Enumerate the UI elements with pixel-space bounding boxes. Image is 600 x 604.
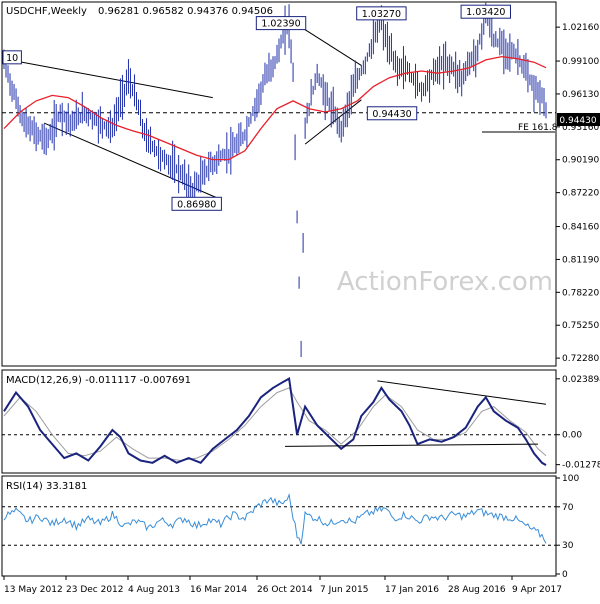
x-tick-label: 4 Aug 2013 — [128, 585, 180, 595]
rsi-tick-label: 70 — [562, 503, 574, 513]
macd-tick-label: 0.023894 — [562, 375, 600, 385]
macd-tick-label: 0.00 — [562, 431, 582, 441]
callout-label: 1.02390 — [261, 19, 300, 30]
price-tick-label: 0.99100 — [562, 57, 599, 67]
canvas-background — [0, 0, 600, 600]
callout-label: 1.03270 — [362, 9, 401, 20]
price-tick-label: 0.87220 — [562, 189, 599, 199]
x-tick-label: 7 Jun 2015 — [320, 585, 368, 595]
x-tick-label: 16 Mar 2014 — [190, 585, 247, 595]
price-tick-label: 0.84160 — [562, 223, 599, 233]
last-price-label: 0.94430 — [559, 116, 596, 126]
x-tick-label: 26 Oct 2014 — [257, 585, 313, 595]
callout-label: 10 — [6, 53, 18, 64]
x-tick-label: 13 May 2012 — [4, 585, 63, 595]
rsi-tick-label: 100 — [562, 474, 579, 484]
price-tick-label: 1.02160 — [562, 23, 599, 33]
last-price-marker: 0.94430 — [557, 113, 600, 126]
price-tick-label: 0.72280 — [562, 354, 599, 364]
price-tick-label: 0.78220 — [562, 288, 599, 298]
chart-area: ActionForex.com USDCHF,Weekly 0.96281 0.… — [0, 0, 600, 600]
x-tick-label: 23 Dec 2012 — [66, 585, 124, 595]
watermark: ActionForex.com — [337, 267, 553, 297]
rsi-tick-label: 0 — [562, 570, 568, 580]
price-tick-label: 0.96130 — [562, 90, 599, 100]
macd-title: MACD(12,26,9) -0.011117 -0.007691 — [6, 375, 191, 386]
x-tick-label: 9 Apr 2017 — [512, 585, 562, 595]
callout-label: 0.86980 — [177, 199, 216, 210]
price-tick-label: 0.90190 — [562, 156, 599, 166]
macd-tick-label: -0.012784 — [562, 461, 600, 471]
rsi-title: RSI(14) 33.3181 — [6, 481, 87, 492]
x-tick-label: 28 Aug 2016 — [448, 585, 506, 595]
price-tick-label: 0.75250 — [562, 321, 599, 331]
chart-svg: ActionForex.com USDCHF,Weekly 0.96281 0.… — [0, 0, 600, 600]
rsi-tick-label: 30 — [562, 541, 574, 551]
x-tick-label: 17 Jan 2016 — [385, 585, 439, 595]
price-tick-label: 0.81190 — [562, 255, 599, 265]
callout-label: 0.94430 — [372, 109, 411, 120]
callout-label: 1.03420 — [466, 7, 505, 18]
symbol-label: USDCHF,Weekly — [6, 6, 87, 17]
fe-label: FE 161.8 — [518, 123, 558, 133]
ohlc-values: 0.96281 0.96582 0.94376 0.94506 — [98, 6, 273, 17]
